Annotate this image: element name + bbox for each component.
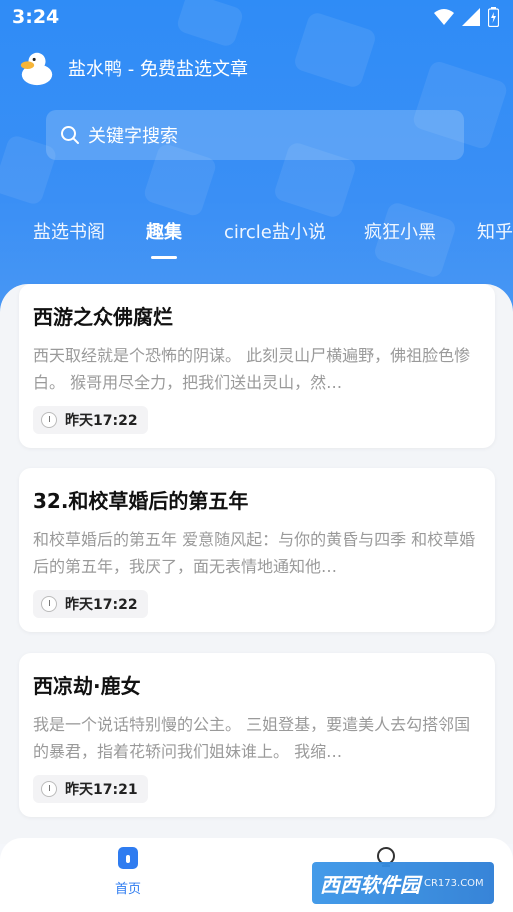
battery-icon: [488, 7, 499, 27]
article-time-badge: 昨天17:22: [33, 406, 148, 434]
tab-yanxuan-shuge[interactable]: 盐选书阁: [33, 218, 105, 244]
clock-icon: [41, 781, 57, 797]
duck-logo-icon: [20, 52, 53, 86]
article-time: 昨天17:22: [65, 597, 138, 613]
search-placeholder: 关键字搜索: [88, 126, 178, 147]
watermark-text: 西西软件园: [320, 872, 420, 897]
status-icons: [434, 7, 499, 27]
article-time-badge: 昨天17:22: [33, 590, 148, 618]
app-bar: 盐水鸭 - 免费盐选文章: [18, 48, 248, 88]
article-time: 昨天17:21: [65, 782, 138, 798]
category-tabs: 盐选书阁 趣集 circle盐小说 疯狂小黑 知乎: [0, 210, 513, 260]
wifi-icon: [434, 9, 454, 25]
watermark-url: CR173.COM: [424, 877, 484, 889]
active-tab-indicator: [151, 256, 177, 259]
watermark-logo: 西西软件园 CR173.COM: [312, 862, 494, 904]
home-icon: [118, 847, 138, 869]
tab-circle-yan-xiaoshuo[interactable]: circle盐小说: [224, 218, 326, 244]
status-time: 3:24: [12, 6, 60, 28]
article-card[interactable]: 西凉劫·鹿女 我是一个说话特别慢的公主。 三姐登基，要遣美人去勾搭邻国的暴君，指…: [19, 653, 495, 817]
tab-zhihu[interactable]: 知乎: [477, 218, 513, 244]
article-list: 西游之众佛腐烂 西天取经就是个恐怖的阴谋。 此刻灵山尸横遍野，佛祖脸色惨白。 猴…: [0, 284, 513, 844]
article-title: 32.和校草婚后的第五年: [33, 489, 249, 513]
status-bar: 3:24: [0, 0, 513, 34]
nav-home-label: 首页: [114, 882, 141, 897]
article-card[interactable]: 西游之众佛腐烂 西天取经就是个恐怖的阴谋。 此刻灵山尸横遍野，佛祖脸色惨白。 猴…: [19, 284, 495, 448]
article-description: 和校草婚后的第五年 爱意随风起：与你的黄昏与四季 和校草婚后的第五年，我厌了，面…: [33, 530, 476, 576]
search-icon: [61, 126, 79, 144]
signal-icon: [462, 8, 480, 26]
article-title: 西游之众佛腐烂: [33, 305, 173, 329]
article-title: 西凉劫·鹿女: [33, 674, 141, 698]
article-description: 我是一个说话特别慢的公主。 三姐登基，要遣美人去勾搭邻国的暴君，指着花轿问我们姐…: [33, 715, 471, 761]
app-title: 盐水鸭 - 免费盐选文章: [68, 59, 248, 80]
search-input[interactable]: 关键字搜索: [46, 110, 464, 160]
tab-quji[interactable]: 趣集: [146, 218, 182, 244]
article-time-badge: 昨天17:21: [33, 775, 148, 803]
article-time: 昨天17:22: [65, 413, 138, 429]
clock-icon: [41, 412, 57, 428]
article-description: 西天取经就是个恐怖的阴谋。 此刻灵山尸横遍野，佛祖脸色惨白。 猴哥用尽全力，把我…: [33, 346, 471, 392]
tab-fengkuang-xiaohei[interactable]: 疯狂小黑: [364, 218, 436, 244]
article-card[interactable]: 32.和校草婚后的第五年 和校草婚后的第五年 爱意随风起：与你的黄昏与四季 和校…: [19, 468, 495, 632]
nav-home[interactable]: 首页: [88, 846, 168, 897]
clock-icon: [41, 596, 57, 612]
